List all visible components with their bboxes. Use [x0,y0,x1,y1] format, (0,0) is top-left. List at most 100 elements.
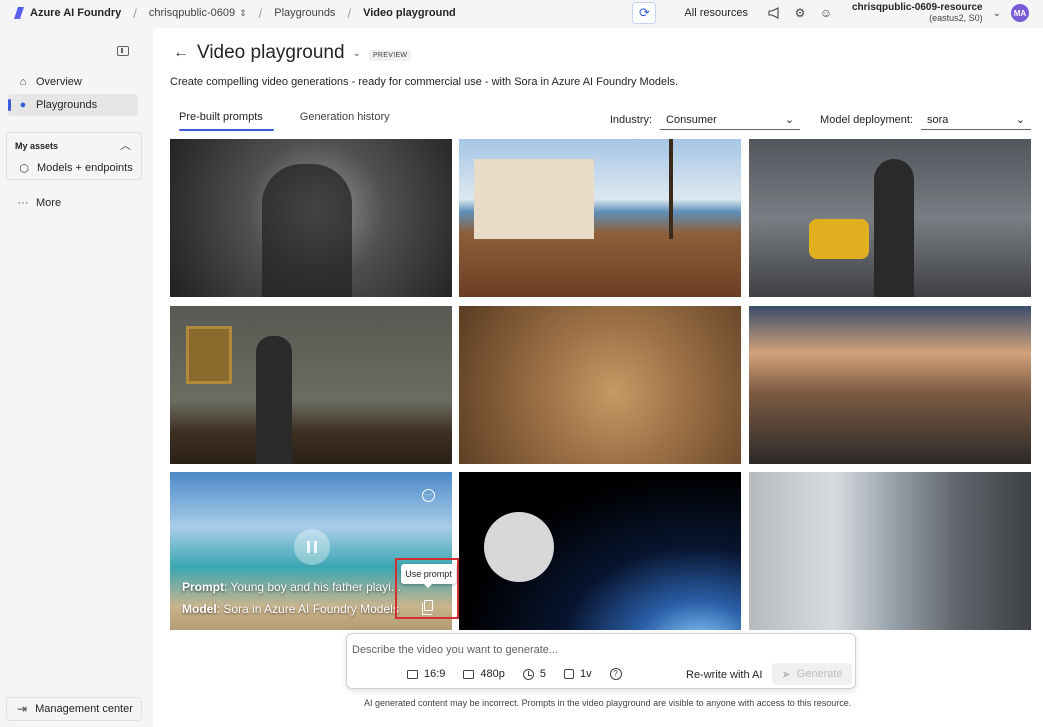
duration-value: 5 [539,668,547,680]
sidebar-item-label: Overview [36,76,82,88]
breadcrumb-playgrounds[interactable]: Playgrounds [274,7,335,19]
video-thumbnail-painting [186,326,232,384]
megaphone-icon[interactable] [766,5,782,21]
chevron-down-icon: ⌄ [1015,114,1025,126]
chevron-down-icon[interactable]: ⌄ [993,8,1001,19]
prompt-input[interactable] [352,644,842,656]
filters: Industry: Consumer ⌄ Model deployment: s… [610,110,1031,130]
breadcrumb-separator: / [133,5,137,21]
ellipsis-icon: ··· [17,197,29,209]
generate-label: Generate [796,668,843,680]
chat-bubble-icon: ● [19,99,27,111]
my-assets-section: My assets ︿ ⬡ Models + endpoints [6,132,142,180]
chevron-up-icon[interactable]: ︿ [120,137,131,153]
use-prompt-tooltip: Use prompt [401,564,456,588]
video-thumbnail-figure [262,164,352,297]
video-thumbnail-building [474,159,594,239]
video-tile-lion[interactable] [459,306,741,464]
clock-icon [522,668,534,680]
tab-list: Pre-built prompts Generation history [170,108,399,131]
model-deployment-dropdown[interactable]: sora ⌄ [921,110,1031,130]
help-button[interactable]: ? [609,668,622,680]
gear-icon[interactable]: ⚙ [792,5,808,21]
more-options-icon[interactable]: ··· [422,489,435,502]
tab-pre-built-prompts[interactable]: Pre-built prompts [170,108,274,131]
sidebar-item-models-endpoints[interactable]: ⬡ Models + endpoints [9,157,137,179]
avatar[interactable]: MA [1011,4,1029,22]
prompt-composer: 16:9 480p 5 1v ? Re-write with AI ➤ Gene… [346,633,856,689]
top-bar: Azure AI Foundry / chrisqpublic-0609 ⇕ /… [0,0,1043,26]
preview-badge: PREVIEW [368,49,412,61]
variants-icon [564,669,575,679]
duration-button[interactable]: 5 [522,668,547,680]
management-center-button[interactable]: ⇥ Management center [6,697,142,721]
brand[interactable]: Azure AI Foundry [0,7,121,19]
refresh-button[interactable]: ⟳ [632,2,657,24]
resource-selector[interactable]: chrisqpublic-0609-resource (eastus2, S0) [852,2,983,24]
video-tile-astronaut[interactable] [459,472,741,630]
video-tile-villa[interactable] [459,139,741,297]
refresh-icon: ⟳ [638,5,650,20]
generate-button[interactable]: ➤ Generate [772,663,852,685]
smiley-icon[interactable]: ☺ [818,5,834,21]
tile-prompt-label: Prompt [182,580,224,594]
resource-region: (eastus2, S0) [929,13,983,23]
home-icon: ⌂ [19,76,27,88]
video-thumbnail-palm [669,139,673,239]
video-thumbnail-figure [874,159,914,297]
resource-name: chrisqpublic-0609-resource [852,2,983,13]
industry-label: Industry: [609,114,653,126]
sidebar-item-overview[interactable]: ⌂ Overview [8,71,138,93]
all-resources-link[interactable]: All resources [684,7,748,19]
industry-dropdown[interactable]: Consumer ⌄ [660,110,801,130]
help-icon: ? [609,668,622,680]
breadcrumb-separator: / [347,5,352,21]
variants-value: 1v [580,668,592,680]
breadcrumb-project-label: chrisqpublic-0609 [148,7,236,19]
tile-prompt-text: Prompt: Young boy and his father playi..… [182,580,401,594]
brand-name: Azure AI Foundry [30,7,122,19]
resolution-value: 480p [480,668,505,680]
resolution-button[interactable]: 480p [463,668,505,680]
tile-model-text: Model: Sora in Azure AI Foundry Models [182,602,399,616]
industry-value: Consumer [666,113,717,126]
tile-model-value: : Sora in Azure AI Foundry Models [216,602,399,616]
video-thumbnail-figure [256,336,292,464]
page-subtitle: Create compelling video generations - re… [170,76,679,88]
page-header: ← Video playground ⌄ PREVIEW [173,42,412,64]
aspect-ratio-value: 16:9 [424,668,446,680]
video-thumbnail-taxi [809,219,869,259]
video-tile-couple[interactable] [170,139,452,297]
top-right-actions: ⟳ All resources ⚙ ☺ chrisqpublic-0609-re… [632,0,1029,26]
sidebar-item-playgrounds[interactable]: ● Playgrounds [8,94,138,116]
aspect-ratio-button[interactable]: 16:9 [407,668,445,680]
variants-button[interactable]: 1v [564,668,592,680]
back-arrow-icon[interactable]: ← [173,44,189,62]
rewrite-with-ai-button[interactable]: Re-write with AI [686,669,762,681]
sidebar: ⌂ Overview ● Playgrounds My assets ︿ ⬡ M… [0,26,152,727]
chevron-up-down-icon: ⇕ [239,7,247,18]
generation-options: 16:9 480p 5 1v ? [407,668,622,680]
collapse-sidebar-icon[interactable] [117,46,129,56]
aspect-ratio-icon [407,669,418,679]
breadcrumb-project[interactable]: chrisqpublic-0609 ⇕ [149,7,247,19]
page-title: Video playground [197,42,345,63]
video-tile-mountains[interactable] [749,306,1031,464]
tab-generation-history[interactable]: Generation history [291,108,399,130]
copy-icon[interactable] [422,600,433,615]
cube-icon: ⬡ [19,162,29,175]
chevron-down-icon[interactable]: ⌄ [353,48,361,59]
sidebar-item-label: More [36,197,62,209]
video-tile-skyscraper[interactable] [749,472,1031,630]
tile-prompt-value: : Young boy and his father playi... [224,580,401,594]
video-tile-museum[interactable] [170,306,452,464]
resolution-icon [463,669,475,679]
breadcrumb-current: Video playground [363,7,456,19]
model-deployment-label: Model deployment: [820,114,913,126]
model-deployment-value: sora [927,113,949,126]
azure-ai-foundry-logo-icon [14,7,24,19]
video-tile-city-street[interactable] [749,139,1031,297]
pause-button[interactable] [294,529,330,565]
disclaimer: AI generated content may be incorrect. P… [364,698,852,708]
sidebar-item-more[interactable]: ··· More [8,192,138,214]
